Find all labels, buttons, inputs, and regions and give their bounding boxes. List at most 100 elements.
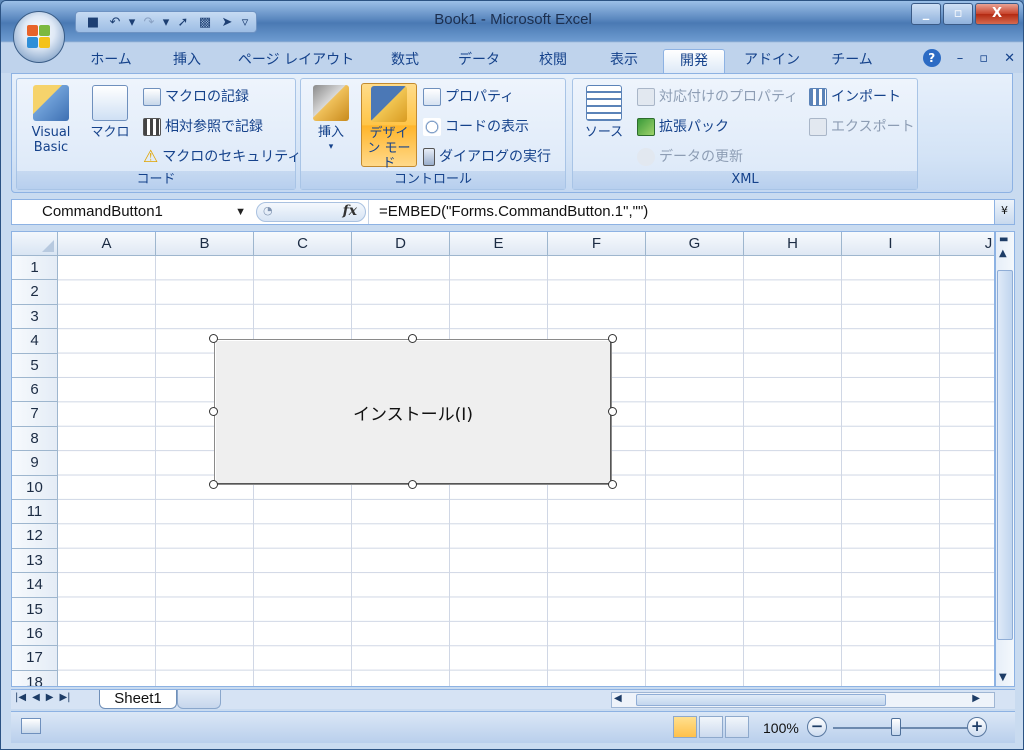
column-header[interactable]: J bbox=[940, 232, 994, 256]
close-button[interactable]: X bbox=[975, 3, 1019, 25]
column-header[interactable]: A bbox=[58, 232, 156, 256]
row-header[interactable]: 11 bbox=[12, 500, 58, 525]
undo-icon[interactable]: ↶ bbox=[106, 15, 124, 30]
page-layout-view-icon[interactable] bbox=[699, 716, 723, 738]
import-button[interactable]: インポート bbox=[809, 85, 901, 109]
office-button[interactable] bbox=[13, 11, 65, 63]
row-header[interactable]: 9 bbox=[12, 451, 58, 476]
sheet-tab-sheet1[interactable]: Sheet1 bbox=[99, 690, 177, 709]
row-header[interactable]: 16 bbox=[12, 622, 58, 647]
column-header[interactable]: C bbox=[254, 232, 352, 256]
name-box-dropdown-icon[interactable]: ▼ bbox=[235, 200, 246, 224]
restore-button[interactable]: ▫ bbox=[943, 3, 973, 25]
tab-developer[interactable]: 開発 bbox=[663, 49, 725, 73]
worksheet-grid[interactable]: ABCDEFGHIJ 1 2 3 4 5 6 7 8 9 10 11 12 13 14 15 16 17 18 イ… bbox=[11, 231, 995, 687]
refresh-data-button[interactable]: データの更新 bbox=[637, 145, 743, 169]
customize-icon[interactable]: ▿ bbox=[240, 15, 250, 30]
row-header[interactable]: 7 bbox=[12, 402, 58, 427]
xml-source-button[interactable]: ソース bbox=[579, 83, 629, 167]
row-header[interactable]: 14 bbox=[12, 573, 58, 598]
formula-input[interactable]: =EMBED("Forms.CommandButton.1","") bbox=[368, 200, 988, 224]
zoom-level[interactable]: 100% bbox=[763, 720, 799, 736]
row-header[interactable]: 3 bbox=[12, 304, 58, 330]
row-header[interactable]: 2 bbox=[12, 280, 58, 305]
resize-handle-left[interactable] bbox=[209, 407, 218, 416]
undo-dropdown-icon[interactable]: ▾ bbox=[128, 15, 136, 30]
column-header[interactable]: D bbox=[352, 232, 450, 256]
row-header[interactable]: 13 bbox=[12, 548, 58, 574]
vertical-scroll-thumb[interactable] bbox=[997, 270, 1013, 640]
row-header[interactable]: 12 bbox=[12, 524, 58, 549]
command-button-install[interactable]: インストール(I) bbox=[214, 339, 612, 485]
ribbon-minimize-icon[interactable]: – bbox=[957, 51, 964, 66]
resize-handle-top[interactable] bbox=[408, 334, 417, 343]
column-header[interactable]: H bbox=[744, 232, 842, 256]
save-icon[interactable]: ■ bbox=[84, 15, 102, 30]
macro-record-status-icon[interactable] bbox=[21, 718, 41, 734]
next-sheet-icon[interactable]: ▶ bbox=[46, 692, 54, 703]
insert-function-icon[interactable]: fx bbox=[343, 203, 357, 219]
tab-home[interactable]: ホーム bbox=[79, 49, 143, 73]
export-button[interactable]: エクスポート bbox=[809, 115, 915, 139]
scroll-up-icon[interactable]: ▲ bbox=[999, 248, 1007, 259]
tab-data[interactable]: データ bbox=[449, 49, 509, 73]
column-header[interactable]: E bbox=[450, 232, 548, 256]
expand-formula-icon[interactable]: ¥ bbox=[994, 200, 1014, 224]
minimize-button[interactable]: _ bbox=[911, 3, 941, 25]
resize-handle-bottom[interactable] bbox=[408, 480, 417, 489]
column-header[interactable]: I bbox=[842, 232, 940, 256]
pointer-icon[interactable]: ➤ bbox=[218, 15, 236, 30]
scroll-split-icon[interactable]: ▬ bbox=[999, 234, 1008, 245]
column-header[interactable]: B bbox=[156, 232, 254, 256]
resize-handle-top-right[interactable] bbox=[608, 334, 617, 343]
redo-dropdown-icon[interactable]: ▾ bbox=[162, 15, 170, 30]
page-break-view-icon[interactable] bbox=[725, 716, 749, 738]
last-sheet-icon[interactable]: ▶| bbox=[59, 692, 70, 703]
tab-page-layout[interactable]: ページ レイアウト bbox=[233, 49, 359, 73]
formula-grip-icon[interactable]: ◔ bbox=[263, 204, 273, 217]
row-header[interactable]: 18 bbox=[12, 670, 58, 686]
record-macro-button[interactable]: マクロの記録 bbox=[143, 85, 249, 109]
row-header[interactable]: 10 bbox=[12, 475, 58, 500]
resize-handle-top-left[interactable] bbox=[209, 334, 218, 343]
select-all-corner[interactable] bbox=[12, 232, 58, 256]
tab-insert[interactable]: 挿入 bbox=[157, 49, 217, 73]
vertical-scrollbar[interactable]: ▬ ▲ ▼ bbox=[995, 231, 1015, 687]
name-box[interactable]: CommandButton1 ▼ bbox=[12, 200, 252, 224]
row-header[interactable]: 4 bbox=[12, 329, 58, 354]
normal-view-icon[interactable] bbox=[673, 716, 697, 738]
select-objects-icon[interactable]: ➚ bbox=[174, 15, 192, 30]
map-properties-button[interactable]: 対応付けのプロパティ bbox=[637, 85, 798, 109]
resize-handle-bottom-right[interactable] bbox=[608, 480, 617, 489]
expansion-packs-button[interactable]: 拡張パック bbox=[637, 115, 729, 139]
column-header[interactable]: G bbox=[646, 232, 744, 256]
column-header[interactable]: F bbox=[548, 232, 646, 256]
row-header[interactable]: 8 bbox=[12, 426, 58, 452]
zoom-slider-track[interactable] bbox=[833, 727, 973, 729]
tab-formulas[interactable]: 数式 bbox=[377, 49, 433, 73]
run-dialog-button[interactable]: ダイアログの実行 bbox=[423, 145, 551, 169]
resize-handle-right[interactable] bbox=[608, 407, 617, 416]
scroll-down-icon[interactable]: ▼ bbox=[999, 672, 1007, 683]
prev-sheet-icon[interactable]: ◀ bbox=[32, 692, 40, 703]
control-icon[interactable]: ▩ bbox=[196, 15, 214, 30]
macro-security-button[interactable]: ⚠ マクロのセキュリティ bbox=[143, 145, 301, 169]
row-header[interactable]: 17 bbox=[12, 646, 58, 671]
scroll-left-icon[interactable]: ◀ bbox=[614, 693, 622, 704]
row-header[interactable]: 1 bbox=[12, 256, 58, 281]
redo-icon[interactable]: ↷ bbox=[140, 15, 158, 30]
ribbon-close-icon[interactable]: ✕ bbox=[1004, 51, 1015, 66]
tab-team[interactable]: チーム bbox=[821, 49, 883, 73]
insert-control-button[interactable]: 挿入 ▾ bbox=[307, 83, 355, 167]
relative-ref-button[interactable]: 相対参照で記録 bbox=[143, 115, 263, 139]
row-header[interactable]: 5 bbox=[12, 353, 58, 378]
tab-review[interactable]: 校閲 bbox=[525, 49, 581, 73]
insert-sheet-icon[interactable] bbox=[177, 690, 221, 709]
row-header[interactable]: 6 bbox=[12, 378, 58, 403]
scroll-right-icon[interactable]: ▶ bbox=[972, 693, 980, 704]
view-code-button[interactable]: コードの表示 bbox=[423, 115, 529, 139]
ribbon-restore-icon[interactable]: ▫ bbox=[979, 51, 988, 66]
first-sheet-icon[interactable]: |◀ bbox=[15, 692, 26, 703]
zoom-out-icon[interactable]: − bbox=[807, 717, 827, 737]
zoom-slider-thumb[interactable] bbox=[891, 718, 901, 736]
